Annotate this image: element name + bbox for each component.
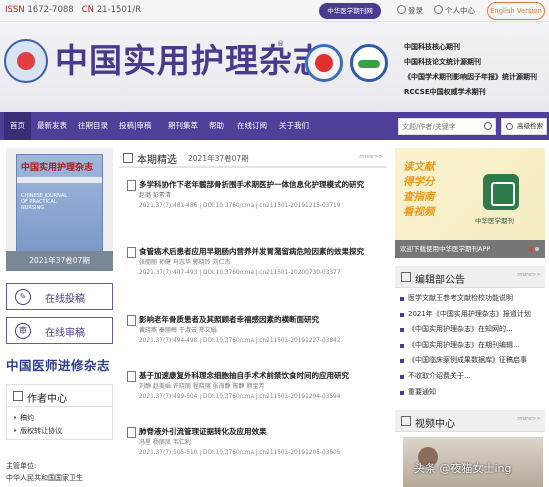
article-authors: 赵璐 彭素清 <box>139 192 171 199</box>
issn-info: ISSN 1672-7088 CN 21-1501/R <box>5 5 141 15</box>
more-link[interactable]: more>> <box>517 416 541 422</box>
nav-about[interactable]: 关于我们 <box>279 112 309 140</box>
online-submit-button[interactable]: ✎ 在线投稿 <box>6 283 113 310</box>
current-issue-cover[interactable]: 中国实用护理杂志 CHINESE JOURNAL OF PRACTICAL NU… <box>6 148 113 271</box>
promo-journal-logo[interactable]: 中国医师进修杂志 <box>6 355 110 374</box>
notice-item[interactable]: 2021年《中国实用护理杂志》报道计划 <box>399 307 545 323</box>
article-title: 基于加速康复外科理念细胞抽自手术术前禁饮食时间的应用研究 <box>125 369 387 382</box>
article-meta: 2021,37(7):487-493 | DOI:10.3760/cma.j.c… <box>139 270 341 276</box>
honor-item: 中国科技论文统计源期刊 <box>404 58 481 66</box>
nav-collection[interactable]: 期刊集萃 <box>168 112 198 140</box>
nav-archive[interactable]: 往期目录 <box>78 112 108 140</box>
cover-image: 中国实用护理杂志 CHINESE JOURNAL OF PRACTICAL NU… <box>16 154 103 252</box>
notice-item[interactable]: 医学文献王参考文献检校功能说明 <box>399 291 545 307</box>
article-item[interactable]: 基于加速康复外科理念细胞抽自手术术前禁饮食时间的应用研究 刘静 赵美娟 许晓丽 … <box>125 369 387 402</box>
submit-icon: ✎ <box>15 289 31 305</box>
search-box <box>398 118 496 135</box>
carousel-dots[interactable] <box>527 244 539 253</box>
notice-item[interactable]: 不收取介绍费关于... <box>399 369 545 385</box>
cover-caption: 2021年37卷07期 <box>6 251 113 271</box>
issue-label: 2021年37卷07期 <box>188 154 249 163</box>
personal-center-link[interactable]: 个人中心 <box>434 5 475 16</box>
sponsor-info: 主管单位: 中华人民共和国国家卫生 <box>6 462 83 482</box>
article-item[interactable]: 多学科协作下老年髋部骨折围手术期医护一体信息化护理模式的研究 赵璐 彭素清 20… <box>125 178 387 211</box>
article-authors: 张丽丽 孙健 马志华 郭晓玲 刘仁杰 <box>139 259 231 266</box>
author-center-header: 作者中心 <box>7 385 112 407</box>
search-input[interactable] <box>399 119 479 134</box>
registered-mark: ® <box>277 40 284 48</box>
online-review-button[interactable]: 审 在线审稿 <box>6 317 113 344</box>
journal-title: 中国实用护理杂志 <box>55 41 327 80</box>
article-title: 食管癌术后患者应用早期肠内营养并发胃潴留病危险因素的效果探究 <box>125 245 387 258</box>
nav-latest[interactable]: 最新发表 <box>37 112 67 140</box>
authority-journal-badge-icon <box>350 44 388 82</box>
article-meta: 2021,37(7):505-510 | DOI:10.3760/cma.j.c… <box>139 450 341 456</box>
list-icon <box>123 153 133 163</box>
article-meta: 2021,37(7):494-498 | DOI:10.3760/cma.j.c… <box>139 338 341 344</box>
person-icon <box>434 5 443 14</box>
article-title: 影响老年骨质患者及其照顾者幸福感因素的横断面研究 <box>125 313 387 326</box>
more-link[interactable]: more>> <box>517 272 541 278</box>
more-link[interactable]: more>> <box>359 154 383 160</box>
core-journal-badge-icon <box>305 44 343 82</box>
watermark: 头条 @夜猫女士ing <box>414 462 512 475</box>
notice-header: 编辑部公告 more>> <box>395 266 545 288</box>
copyright-agreement-link[interactable]: 版权转让协议 <box>13 426 62 436</box>
advanced-search-button[interactable]: 高级检索 <box>501 118 547 135</box>
nav-subscribe[interactable]: 在线订阅 <box>237 112 267 140</box>
association-logo[interactable] <box>4 39 48 83</box>
video-icon <box>401 416 411 426</box>
login-link[interactable]: 登录 <box>397 5 423 16</box>
english-version-button[interactable]: English Version <box>487 2 545 20</box>
article-title: 多学科协作下老年髋部骨折围手术期医护一体信息化护理模式的研究 <box>125 178 387 191</box>
author-center: 作者中心 稿约 版权转让协议 <box>6 384 113 440</box>
search-icon <box>506 123 513 130</box>
app-download-banner[interactable]: 读文献 得学分 查指南 看视频 中华医学期刊 欢迎下载使用中华医学期刊APP <box>395 148 545 258</box>
nav-help[interactable]: 帮助 <box>209 112 224 140</box>
search-icon[interactable] <box>484 122 492 130</box>
featured-header: 本期精选 2021年37卷07期 more>> <box>119 148 387 168</box>
review-icon: 审 <box>15 323 31 339</box>
article-meta: 2021,37(7):499-504 | DOI:10.3760/cma.j.c… <box>139 394 341 400</box>
honors-list: 中国科技核心期刊 中国科技论文统计源期刊 《中国学术期刊影响因子年报》统计源期刊… <box>404 40 537 100</box>
article-title: 肺脊液外引流管理证据转化及应用效果 <box>125 425 387 438</box>
nav-submit-review[interactable]: 投稿|审稿 <box>119 112 152 140</box>
honor-item: 中国科技核心期刊 <box>404 43 460 51</box>
honor-item: RCCSE中国权威学术期刊 <box>404 88 486 96</box>
honor-item: 《中国学术期刊影响因子年报》统计源期刊 <box>404 73 537 81</box>
author-icon <box>13 391 23 401</box>
article-authors: 冯星 杨丽凤 韦仁利 <box>139 439 191 446</box>
notice-list: 医学文献王参考文献检校功能说明 2021年《中国实用护理杂志》报道计划 《中国实… <box>399 291 545 400</box>
article-item[interactable]: 影响老年骨质患者及其照顾者幸福感因素的横断面研究 黄晓燕 秦丽梅 于淑云 郑文娟… <box>125 313 387 346</box>
app-icon <box>483 174 519 210</box>
site-header: 中国实用护理杂志 ® 中国科技核心期刊 中国科技论文统计源期刊 《中国学术期刊影… <box>0 22 549 112</box>
guidelines-link[interactable]: 稿约 <box>13 413 34 423</box>
medical-journal-site-button[interactable]: 中华医学期刊网 <box>319 3 381 19</box>
nav-home[interactable]: 首页 <box>4 112 31 140</box>
app-name: 中华医学期刊 <box>475 217 514 225</box>
article-meta: 2021,37(7):481-486 | DOI:10.3760/cma.j.c… <box>139 203 341 209</box>
top-bar: ISSN 1672-7088 CN 21-1501/R 中华医学期刊网 登录 个人… <box>0 0 549 22</box>
article-item[interactable]: 肺脊液外引流管理证据转化及应用效果 冯星 杨丽凤 韦仁利 2021,37(7):… <box>125 425 387 458</box>
video-center-header: 视频中心 more>> <box>395 410 545 432</box>
app-slogan: 读文献 得学分 查指南 看视频 <box>403 161 435 218</box>
notice-icon <box>401 272 411 282</box>
main-nav: 首页 最新发表 往期目录 投稿|审稿 期刊集萃 帮助 在线订阅 关于我们 高级检… <box>0 112 549 140</box>
article-item[interactable]: 食管癌术后患者应用早期肠内营养并发胃潴留病危险因素的效果探究 张丽丽 孙健 马志… <box>125 245 387 278</box>
notice-item[interactable]: 《中国临床案例成果数据库》征稿启事 <box>399 353 545 369</box>
notice-item[interactable]: 《中国实用护理杂志》在期刊编辑... <box>399 338 545 354</box>
article-authors: 黄晓燕 秦丽梅 于淑云 郑文娟 <box>139 327 217 334</box>
notice-item[interactable]: 重要通知 <box>399 385 545 401</box>
user-icon <box>397 5 406 14</box>
notice-item[interactable]: 《中国实用护理杂志》在知网的... <box>399 322 545 338</box>
article-authors: 刘静 赵美娟 许晓丽 程晓丽 张海静 陈静 颜宝芳 <box>139 383 265 390</box>
app-caption: 欢迎下载使用中华医学期刊APP <box>395 240 545 258</box>
